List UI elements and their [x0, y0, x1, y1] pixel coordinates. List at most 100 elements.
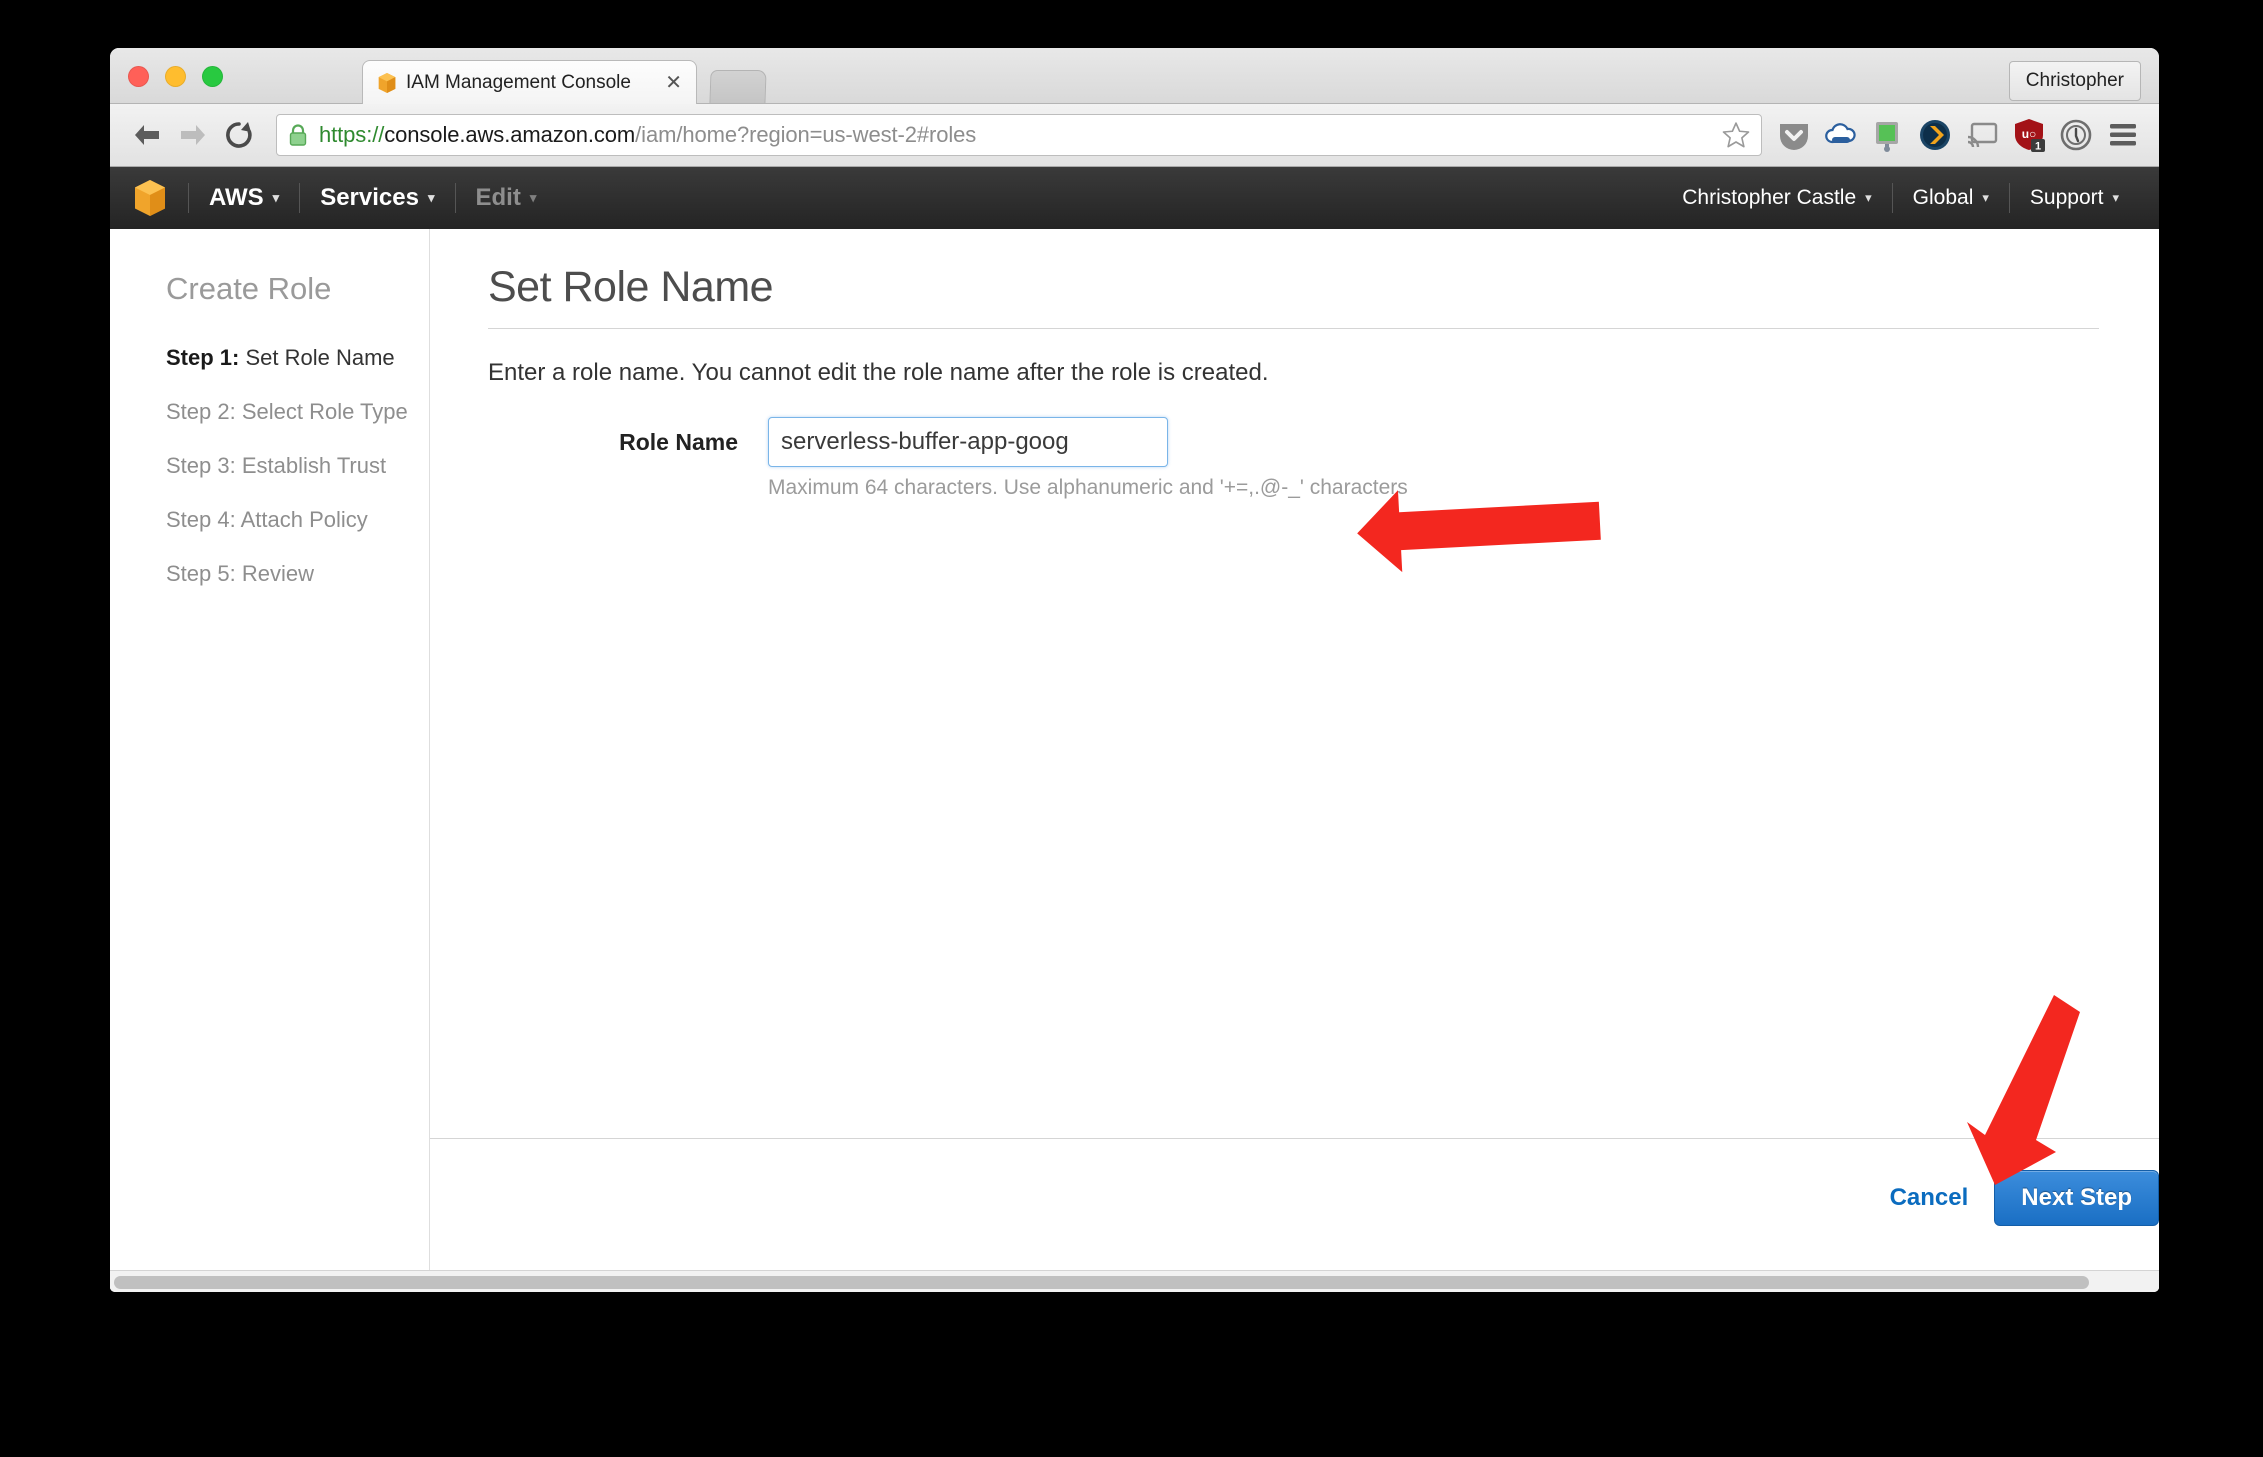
chevron-down-icon: ▾ [428, 190, 435, 206]
sidebar-step-3-number: Step 3: [166, 453, 236, 478]
chrome-menu-button[interactable] [2101, 113, 2145, 157]
header-divider [2009, 183, 2010, 213]
cancel-button[interactable]: Cancel [1890, 1184, 1969, 1212]
chevron-down-icon: ▾ [1982, 190, 1989, 206]
aws-cube-icon [377, 72, 397, 94]
chevron-down-icon: ▾ [1865, 190, 1872, 206]
back-button[interactable] [124, 112, 170, 158]
sidebar-step-4[interactable]: Step 4: Attach Policy [166, 507, 429, 533]
sidebar-step-1-number: Step 1: [166, 345, 239, 370]
new-tab-button[interactable] [709, 70, 766, 104]
chrome-menu-icon [2107, 122, 2139, 148]
intro-text: Enter a role name. You cannot edit the r… [488, 359, 2099, 387]
clipboard-icon [1872, 118, 1904, 152]
1password-extension-button[interactable] [2054, 113, 2098, 157]
browser-tab[interactable]: IAM Management Console ✕ [362, 60, 697, 104]
forward-arrow-icon [178, 122, 208, 148]
chevron-down-icon: ▾ [530, 190, 537, 206]
sidebar-step-5[interactable]: Step 5: Review [166, 561, 429, 587]
svg-text:u○: u○ [2022, 127, 2037, 141]
zoom-window-button[interactable] [202, 66, 223, 87]
ublock-origin-extension-button[interactable]: u○ 1 [2007, 113, 2051, 157]
title-divider [488, 328, 2099, 329]
next-step-button[interactable]: Next Step [1994, 1170, 2159, 1226]
cloud-extension-button[interactable] [1819, 113, 1863, 157]
sidebar-step-3-label: Establish Trust [236, 453, 386, 478]
plex-icon [1918, 118, 1952, 152]
header-region-label: Global [1913, 186, 1974, 210]
header-divider [188, 183, 189, 213]
plex-extension-button[interactable] [1913, 113, 1957, 157]
header-divider [299, 183, 300, 213]
footer-actions: Cancel Next Step [1890, 1170, 2159, 1226]
header-menu-aws[interactable]: AWS ▾ [191, 184, 297, 212]
create-role-sidebar: Create Role Step 1: Set Role Name Step 2… [110, 229, 430, 1292]
window-traffic-lights [128, 66, 223, 87]
sidebar-step-2[interactable]: Step 2: Select Role Type [166, 399, 429, 425]
sidebar-step-2-label: Select Role Type [236, 399, 408, 424]
role-name-input[interactable] [768, 417, 1168, 467]
sidebar-step-4-label: Attach Policy [236, 507, 368, 532]
sidebar-step-5-label: Review [236, 561, 314, 586]
footer-divider [430, 1138, 2159, 1139]
pocket-icon [1777, 118, 1811, 152]
header-divider [1892, 183, 1893, 213]
minimize-window-button[interactable] [165, 66, 186, 87]
aws-header-right: Christopher Castle ▾ Global ▾ Support ▾ [1664, 183, 2137, 213]
browser-profile-label: Christopher [2026, 70, 2124, 92]
back-arrow-icon [132, 122, 162, 148]
chromecast-extension-button[interactable] [1960, 113, 2004, 157]
header-support-menu[interactable]: Support ▾ [2012, 186, 2137, 210]
chevron-down-icon: ▾ [273, 190, 280, 206]
header-divider [455, 183, 456, 213]
sidebar-step-4-number: Step 4: [166, 507, 236, 532]
sidebar-step-5-number: Step 5: [166, 561, 236, 586]
ublock-badge-count: 1 [2035, 141, 2041, 153]
role-name-hint: Maximum 64 characters. Use alphanumeric … [768, 476, 2099, 500]
browser-nav-bar: https://console.aws.amazon.com/iam/home?… [110, 104, 2159, 167]
header-menu-services[interactable]: Services ▾ [302, 184, 452, 212]
chromecast-icon [1965, 121, 1999, 149]
browser-tab-strip: IAM Management Console ✕ Christopher [110, 48, 2159, 104]
url-scheme: https:// [319, 122, 384, 147]
chevron-down-icon: ▾ [2112, 190, 2119, 206]
browser-tab-title: IAM Management Console [406, 72, 654, 94]
ublock-origin-icon: u○ 1 [2012, 117, 2046, 153]
clipboard-extension-button[interactable] [1866, 113, 1910, 157]
aws-cube-icon[interactable] [132, 178, 168, 218]
browser-extensions: u○ 1 [1772, 113, 2145, 157]
header-account-label: Christopher Castle [1682, 186, 1856, 210]
header-menu-services-label: Services [320, 184, 419, 212]
pocket-extension-button[interactable] [1772, 113, 1816, 157]
horizontal-scrollbar-thumb[interactable] [114, 1276, 2089, 1289]
role-name-form-row: Role Name [488, 417, 2099, 467]
reload-button[interactable] [216, 112, 262, 158]
url-host: console.aws.amazon.com [384, 122, 635, 147]
address-bar-url: https://console.aws.amazon.com/iam/home?… [319, 122, 976, 148]
aws-console-header: AWS ▾ Services ▾ Edit ▾ Christopher Cast… [110, 167, 2159, 229]
address-bar[interactable]: https://console.aws.amazon.com/iam/home?… [276, 114, 1762, 156]
header-menu-edit-label: Edit [476, 184, 521, 212]
sidebar-step-2-number: Step 2: [166, 399, 236, 424]
sidebar-title: Create Role [166, 271, 429, 307]
reload-icon [224, 120, 254, 150]
main-content: Set Role Name Enter a role name. You can… [430, 229, 2159, 1292]
header-region-menu[interactable]: Global ▾ [1895, 186, 2007, 210]
close-window-button[interactable] [128, 66, 149, 87]
header-account-menu[interactable]: Christopher Castle ▾ [1664, 186, 1889, 210]
bookmark-star-icon[interactable] [1721, 120, 1751, 150]
browser-profile-button[interactable]: Christopher [2009, 61, 2141, 101]
header-menu-aws-label: AWS [209, 184, 264, 212]
page-body: Create Role Step 1: Set Role Name Step 2… [110, 229, 2159, 1292]
sidebar-step-1-label: Set Role Name [239, 345, 394, 370]
sidebar-step-1[interactable]: Step 1: Set Role Name [166, 345, 429, 371]
cloud-icon [1823, 120, 1859, 150]
browser-window: IAM Management Console ✕ Christopher [110, 48, 2159, 1292]
close-tab-button[interactable]: ✕ [663, 73, 684, 93]
role-name-label: Role Name [488, 417, 768, 467]
header-menu-edit[interactable]: Edit ▾ [458, 184, 555, 212]
url-path: /iam/home?region=us-west-2#roles [635, 122, 976, 147]
horizontal-scrollbar[interactable] [110, 1270, 2159, 1292]
forward-button[interactable] [170, 112, 216, 158]
sidebar-step-3[interactable]: Step 3: Establish Trust [166, 453, 429, 479]
